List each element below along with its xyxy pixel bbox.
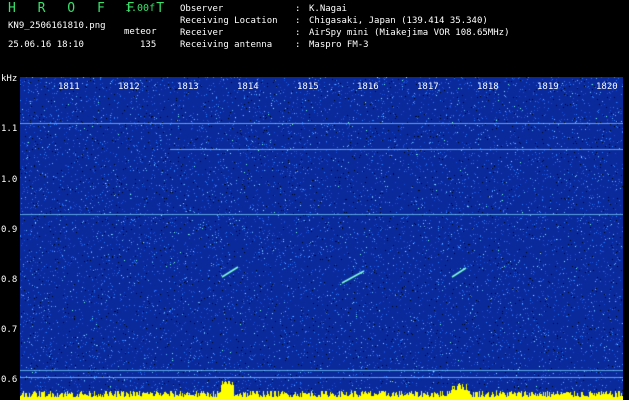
x-tick-label: 1815 [297,82,319,92]
y-tick-label: 1.0 [1,175,18,185]
y-tick-label: 0.7 [1,325,18,335]
date-time: 25.06.16 18:10 [8,40,84,50]
y-tick-label: 0.6 [1,375,18,385]
y-tick-label: 1.1 [1,124,18,134]
y-tick-label: 0.8 [1,275,18,285]
header-panel: H R O F F T 1.00f KN9_2506161810.png met… [0,0,629,76]
location-value: Chigasaki, Japan (139.414 35.340) [309,16,488,26]
antenna-value: Maspro FM-3 [309,40,369,50]
app-version: 1.00f [125,3,156,14]
separator: : [295,28,301,38]
observer-row: Observer: K.Nagai [180,3,509,15]
antenna-label: Receiving antenna [180,40,273,50]
y-axis-unit: kHz [1,74,18,84]
x-tick-label: 1813 [177,82,199,92]
observer-label: Observer [180,4,224,14]
right-border [623,77,629,400]
separator: : [295,40,301,50]
x-tick-label: 1819 [537,82,559,92]
x-tick-label: 1820 [596,82,618,92]
location-label: Receiving Location [180,16,278,26]
spectrogram [20,77,623,400]
observer-value: K.Nagai [309,4,347,14]
x-tick-label: 1818 [477,82,499,92]
x-tick-label: 1812 [118,82,140,92]
file-name: KN9_2506161810.png [8,21,106,31]
x-tick-label: 1816 [357,82,379,92]
x-tick-label: 1814 [237,82,259,92]
receiver-label: Receiver [180,28,224,38]
x-tick-label: 1817 [417,82,439,92]
meteor-count: 135 [140,40,157,50]
y-tick-label: 0.9 [1,225,18,235]
spectrogram-canvas [20,77,623,400]
receiver-row: Receiver: AirSpy mini (Miakejima VOR 108.… [180,27,509,39]
station-info: Observer: K.Nagai Receiving Location: Chig… [180,3,509,51]
separator: : [295,4,301,14]
receiver-value: AirSpy mini (Miakejima VOR 108.65MHz) [309,28,510,38]
x-tick-label: 1811 [58,82,80,92]
location-row: Receiving Location: Chigasaki, Japan (139… [180,15,509,27]
antenna-row: Receiving antenna: Maspro FM-3 [180,39,509,51]
mode-label: meteor [124,27,157,37]
separator: : [295,16,301,26]
